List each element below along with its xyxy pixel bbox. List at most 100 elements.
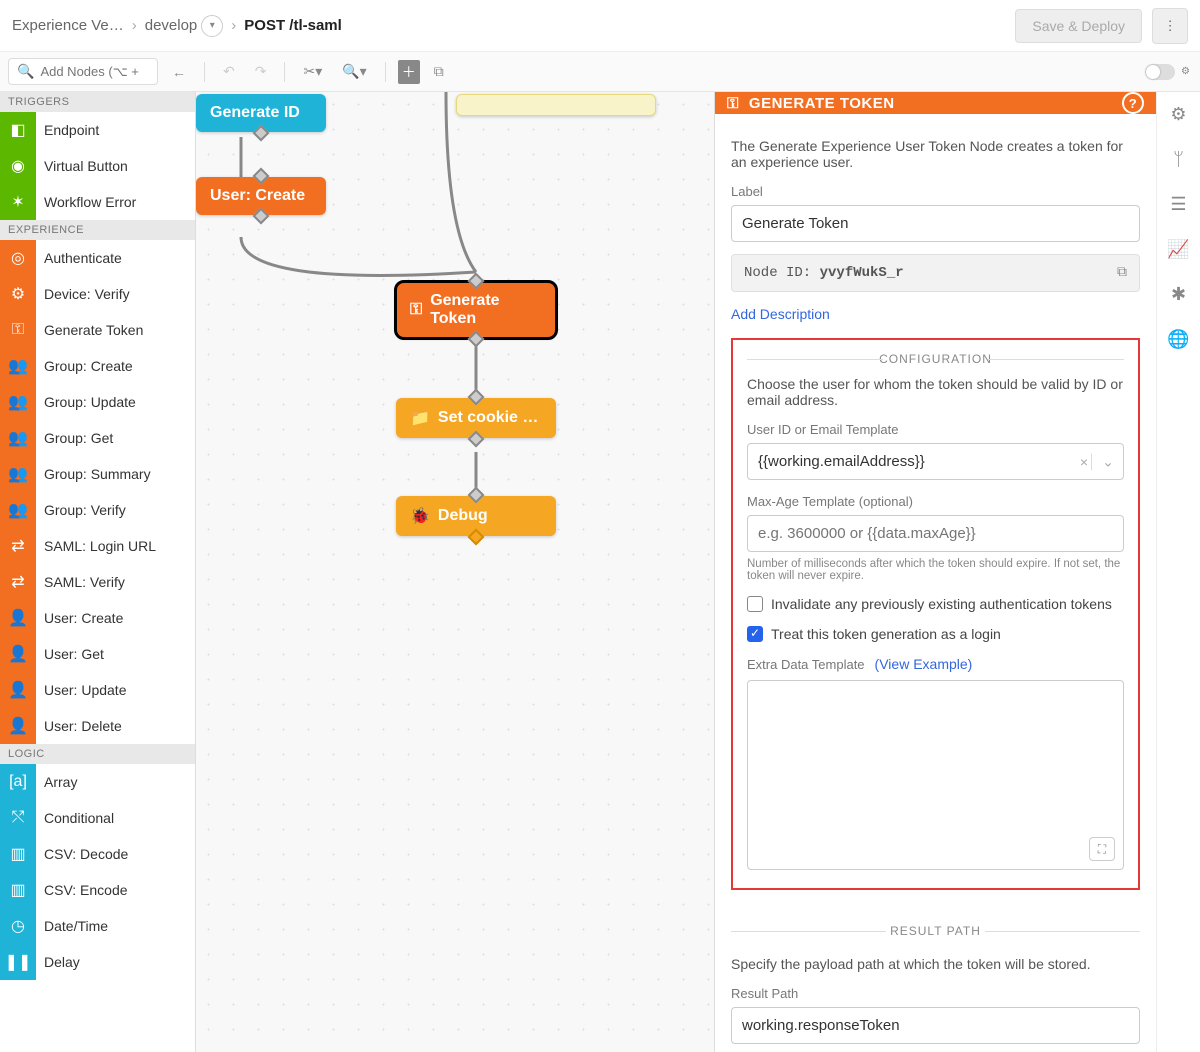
node-label: User: Create	[210, 187, 305, 205]
bug-icon[interactable]: ✱	[1171, 284, 1186, 305]
breadcrumb-app[interactable]: Experience Ve…	[12, 17, 124, 34]
pause-icon: ❚❚	[0, 944, 36, 980]
redo-icon[interactable]: ↷	[249, 59, 273, 84]
expand-icon[interactable]: ⛶	[1089, 837, 1115, 861]
zoom-icon[interactable]: 🔍▾	[336, 59, 372, 84]
node-group-create[interactable]: 👥Group: Create	[0, 348, 195, 384]
output-port[interactable]	[253, 208, 270, 225]
chevron-down-icon[interactable]: ⌄	[1091, 453, 1114, 470]
configuration-section: CONFIGURATION Choose the user for whom t…	[731, 338, 1140, 890]
maxage-input[interactable]	[747, 515, 1124, 552]
output-port[interactable]	[468, 529, 485, 546]
extra-data-label: Extra Data Template	[747, 657, 865, 672]
canvas-sticky-note[interactable]	[456, 94, 656, 116]
node-group-verify[interactable]: 👥Group: Verify	[0, 492, 195, 528]
config-title: CONFIGURATION	[747, 352, 1124, 366]
undo-icon[interactable]: ↶	[217, 59, 241, 84]
more-button[interactable]: ⋮	[1152, 8, 1188, 44]
add-nodes-search[interactable]: 🔍	[8, 58, 158, 85]
node-datetime[interactable]: ◷Date/Time	[0, 908, 195, 944]
node-generate-token[interactable]: ⚿Generate Token	[0, 312, 195, 348]
result-path-label: Result Path	[731, 986, 1140, 1001]
node-conditional[interactable]: ⤲Conditional	[0, 800, 195, 836]
result-path-input[interactable]	[731, 1007, 1140, 1044]
canvas-node-generate-id[interactable]: Generate ID	[196, 94, 326, 132]
database-icon[interactable]: ☰	[1170, 194, 1186, 215]
group-icon: 👥	[0, 456, 36, 492]
save-deploy-button[interactable]: Save & Deploy	[1015, 9, 1142, 43]
node-user-delete[interactable]: 👤User: Delete	[0, 708, 195, 744]
add-icon[interactable]: ＋	[398, 60, 420, 84]
node-user-create[interactable]: 👤User: Create	[0, 600, 195, 636]
node-user-get[interactable]: 👤User: Get	[0, 636, 195, 672]
input-port[interactable]	[253, 168, 270, 185]
node-authenticate[interactable]: ◎Authenticate	[0, 240, 195, 276]
layout-icon[interactable]: ⧉	[428, 59, 450, 84]
debug-toggle[interactable]	[1145, 64, 1175, 80]
canvas-node-generate-token[interactable]: ⚿ Generate Token	[396, 282, 556, 338]
folder-icon: 📁	[410, 408, 430, 428]
user-icon: 👤	[0, 600, 36, 636]
saml-icon: ⇄	[0, 564, 36, 600]
back-icon[interactable]: ←	[166, 60, 192, 84]
node-group-get[interactable]: 👥Group: Get	[0, 420, 195, 456]
extra-data-textarea[interactable]: ⛶	[747, 680, 1124, 870]
label-field-label: Label	[731, 184, 1140, 199]
treat-login-checkbox-row[interactable]: Treat this token generation as a login	[747, 626, 1124, 642]
node-endpoint[interactable]: ◧Endpoint	[0, 112, 195, 148]
node-csv-decode[interactable]: ▥CSV: Decode	[0, 836, 195, 872]
output-port[interactable]	[253, 125, 270, 142]
workflow-canvas[interactable]: Generate ID User: Create ⚿ Generate Toke…	[196, 92, 714, 1052]
group-icon: 👥	[0, 384, 36, 420]
node-user-update[interactable]: 👤User: Update	[0, 672, 195, 708]
node-virtual-button[interactable]: ◉Virtual Button	[0, 148, 195, 184]
invalidate-checkbox-row[interactable]: Invalidate any previously existing authe…	[747, 596, 1124, 612]
saml-icon: ⇄	[0, 528, 36, 564]
node-saml-verify[interactable]: ⇄SAML: Verify	[0, 564, 195, 600]
user-icon: 👤	[0, 708, 36, 744]
chart-icon[interactable]: 📈	[1167, 239, 1189, 260]
input-port[interactable]	[468, 389, 485, 406]
label-input[interactable]	[731, 205, 1140, 242]
node-delay[interactable]: ❚❚Delay	[0, 944, 195, 980]
user-id-input[interactable]	[747, 443, 1124, 480]
canvas-node-debug[interactable]: 🐞 Debug	[396, 496, 556, 536]
canvas-node-set-cookie[interactable]: 📁 Set cookie …	[396, 398, 556, 438]
group-icon: 👥	[0, 492, 36, 528]
node-array[interactable]: [a]Array	[0, 764, 195, 800]
copy-icon[interactable]: ⧉	[1117, 265, 1127, 281]
search-input[interactable]	[40, 64, 140, 79]
user-id-label: User ID or Email Template	[747, 422, 1124, 437]
view-example-link[interactable]: (View Example)	[875, 656, 973, 672]
endpoint-icon: ◧	[0, 112, 36, 148]
node-id-box: Node ID: yvyfWukS_r ⧉	[731, 254, 1140, 292]
input-port[interactable]	[468, 487, 485, 504]
chevron-down-icon: ▾	[201, 15, 223, 37]
cut-icon[interactable]: ✂▾	[297, 59, 328, 84]
node-group-summary[interactable]: 👥Group: Summary	[0, 456, 195, 492]
input-port[interactable]	[468, 273, 485, 290]
output-port[interactable]	[468, 431, 485, 448]
section-logic: LOGIC	[0, 744, 195, 764]
user-icon: 👤	[0, 672, 36, 708]
gear-icon[interactable]: ⚙	[1170, 104, 1186, 125]
node-csv-encode[interactable]: ▥CSV: Encode	[0, 872, 195, 908]
add-description-link[interactable]: Add Description	[731, 306, 830, 322]
output-port[interactable]	[468, 331, 485, 348]
branch-dropdown[interactable]: develop ▾	[145, 15, 224, 37]
clear-icon[interactable]: ×	[1080, 454, 1088, 470]
gear-icon[interactable]: ⚙	[1181, 66, 1190, 77]
branch-icon[interactable]: ᛘ	[1173, 149, 1184, 170]
globe-icon[interactable]: 🌐	[1167, 329, 1189, 350]
node-workflow-error[interactable]: ✶Workflow Error	[0, 184, 195, 220]
node-device-verify[interactable]: ⚙Device: Verify	[0, 276, 195, 312]
maxage-label: Max-Age Template (optional)	[747, 494, 1124, 509]
canvas-node-user-create[interactable]: User: Create	[196, 177, 326, 215]
breadcrumb-endpoint: POST /tl-saml	[244, 17, 342, 34]
node-label: Debug	[438, 507, 488, 525]
device-icon: ⚙	[0, 276, 36, 312]
node-saml-login[interactable]: ⇄SAML: Login URL	[0, 528, 195, 564]
node-group-update[interactable]: 👥Group: Update	[0, 384, 195, 420]
node-id-value: yvyfWukS_r	[820, 265, 904, 281]
help-icon[interactable]: ?	[1122, 92, 1144, 114]
